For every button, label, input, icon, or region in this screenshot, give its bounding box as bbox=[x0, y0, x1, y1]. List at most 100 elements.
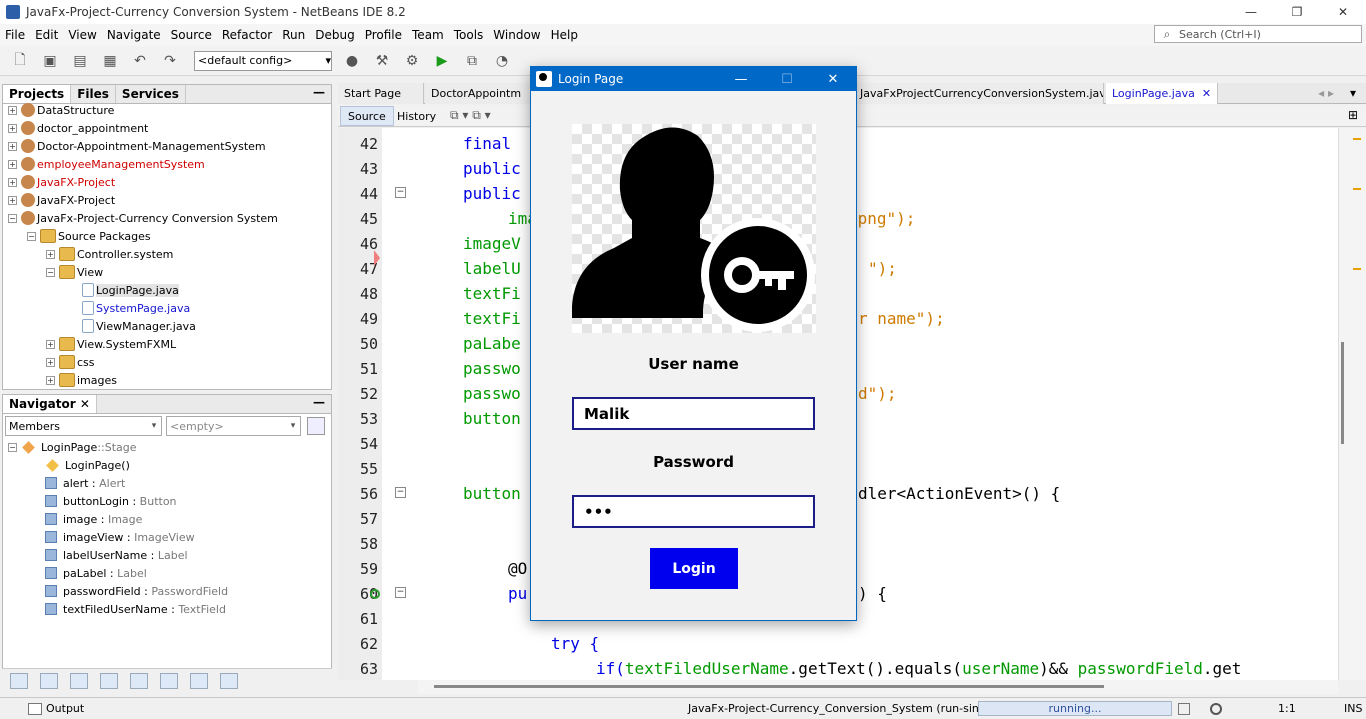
profile-icon[interactable]: ◔ bbox=[490, 50, 514, 72]
menu-tools[interactable]: Tools bbox=[449, 28, 489, 42]
dialog-minimize-button[interactable]: — bbox=[718, 67, 764, 91]
menu-refactor[interactable]: Refactor bbox=[217, 28, 277, 42]
filter-icon[interactable] bbox=[130, 672, 148, 689]
open-project-icon[interactable]: ▤ bbox=[68, 50, 92, 72]
tree-item[interactable]: − Source Packages bbox=[27, 227, 151, 245]
tree-item[interactable]: + JavaFX-Project bbox=[8, 191, 115, 209]
tab-doctor-appointment[interactable]: DoctorAppointm bbox=[425, 83, 531, 104]
menu-source[interactable]: Source bbox=[166, 28, 217, 42]
tree-item[interactable]: + DataStructure bbox=[8, 101, 114, 119]
split-icon[interactable]: ⊞ bbox=[1348, 108, 1358, 122]
filter-icon[interactable] bbox=[40, 672, 58, 689]
scope-select[interactable]: <empty> ▾ bbox=[166, 416, 301, 436]
members-filter-select[interactable]: Members ▾ bbox=[5, 416, 162, 436]
tree-item[interactable]: LoginPage.java bbox=[82, 281, 179, 299]
new-file-icon[interactable]: 🗋 bbox=[8, 50, 32, 72]
dialog-close-button[interactable]: ✕ bbox=[810, 67, 856, 91]
undo-icon[interactable]: ↶ bbox=[128, 50, 152, 72]
run-icon[interactable]: ▶ bbox=[430, 50, 454, 72]
override-marker-icon[interactable] bbox=[370, 589, 380, 599]
filter-icon[interactable] bbox=[10, 672, 28, 689]
tree-item[interactable]: + Doctor-Appointment-ManagementSystem bbox=[8, 137, 266, 155]
menu-file[interactable]: File bbox=[0, 28, 30, 42]
menu-profile[interactable]: Profile bbox=[360, 28, 407, 42]
username-field[interactable]: Malik bbox=[572, 397, 815, 430]
clean-build-icon[interactable]: ⚙ bbox=[400, 50, 424, 72]
tab-navigator[interactable]: Navigator ✕ bbox=[3, 395, 97, 413]
menu-view[interactable]: View bbox=[63, 28, 101, 42]
save-all-icon[interactable]: ▦ bbox=[98, 50, 122, 72]
tree-item[interactable]: − View bbox=[46, 263, 103, 281]
tab-start-page[interactable]: Start Page bbox=[338, 83, 424, 104]
new-project-icon[interactable]: ▣ bbox=[38, 50, 62, 72]
tab-source[interactable]: Source bbox=[340, 106, 394, 126]
tab-list-icon[interactable]: ▾ bbox=[1350, 86, 1356, 100]
output-icon[interactable] bbox=[28, 702, 42, 715]
menu-window[interactable]: Window bbox=[488, 28, 545, 42]
tree-item[interactable]: + css bbox=[46, 353, 95, 371]
menu-help[interactable]: Help bbox=[546, 28, 583, 42]
tree-item[interactable]: + employeeManagementSystem bbox=[8, 155, 205, 173]
fold-toggle-icon[interactable]: − bbox=[395, 187, 406, 198]
redo-icon[interactable]: ↷ bbox=[158, 50, 182, 72]
menu-debug[interactable]: Debug bbox=[310, 28, 359, 42]
output-button[interactable]: Output bbox=[46, 702, 84, 715]
password-field[interactable]: ••• bbox=[572, 495, 815, 528]
tab-loginpage[interactable]: LoginPage.java ✕ bbox=[1106, 83, 1218, 104]
editor-tools-icons[interactable]: ⧉ ▾ ⧉ ▾ bbox=[450, 108, 491, 123]
navigator-member[interactable]: LoginPage() bbox=[45, 456, 130, 474]
menu-run[interactable]: Run bbox=[277, 28, 310, 42]
navigator-member[interactable]: image : Image bbox=[45, 510, 142, 528]
search-input[interactable]: ⌕ Search (Ctrl+I) bbox=[1154, 25, 1362, 43]
navigator-member[interactable]: alert : Alert bbox=[45, 474, 125, 492]
tab-main-class[interactable]: JavaFxProjectCurrencyConversionSystem.ja… bbox=[854, 83, 1104, 104]
navigator-member[interactable]: textFiledUserName : TextField bbox=[45, 600, 226, 618]
sort-icon[interactable] bbox=[160, 672, 178, 689]
menu-navigate[interactable]: Navigate bbox=[102, 28, 166, 42]
tree-item[interactable]: + doctor_appointment bbox=[8, 119, 148, 137]
tree-item[interactable]: ViewManager.java bbox=[82, 317, 196, 335]
caret-position: 1:1 bbox=[1278, 702, 1296, 715]
navigator-member[interactable]: imageView : ImageView bbox=[45, 528, 195, 546]
cancel-task-icon[interactable] bbox=[1178, 702, 1190, 715]
filter-icon[interactable] bbox=[100, 672, 118, 689]
tab-services[interactable]: Services bbox=[116, 85, 186, 103]
tree-item[interactable]: + images bbox=[46, 371, 117, 389]
tree-item[interactable]: SystemPage.java bbox=[82, 299, 190, 317]
fold-toggle-icon[interactable]: − bbox=[395, 487, 406, 498]
globe-icon[interactable]: ● bbox=[340, 50, 364, 72]
menu-team[interactable]: Team bbox=[407, 28, 449, 42]
build-icon[interactable]: ⚒ bbox=[370, 50, 394, 72]
sort-icon[interactable] bbox=[190, 672, 208, 689]
tree-item[interactable]: + JavaFX-Project bbox=[8, 173, 115, 191]
navigator-options-icon[interactable] bbox=[307, 417, 325, 435]
horizontal-scrollbar[interactable] bbox=[418, 680, 1338, 694]
tree-item[interactable]: − JavaFx-Project-Currency Conversion Syst… bbox=[8, 209, 278, 227]
tab-scroll-icon[interactable]: ◂ ▸ bbox=[1318, 86, 1334, 100]
minimize-button[interactable]: — bbox=[1228, 0, 1274, 24]
debug-icon[interactable]: ⧉ bbox=[460, 50, 484, 72]
filter-icon[interactable] bbox=[70, 672, 88, 689]
tab-history[interactable]: History bbox=[390, 106, 443, 126]
navigator-member[interactable]: buttonLogin : Button bbox=[45, 492, 177, 510]
close-button[interactable]: ✕ bbox=[1320, 0, 1366, 24]
navigator-member[interactable]: passwordField : PasswordField bbox=[45, 582, 228, 600]
tree-item[interactable]: + View.SystemFXML bbox=[46, 335, 176, 353]
fold-toggle-icon[interactable]: − bbox=[395, 587, 406, 598]
navigator-member[interactable]: paLabel : Label bbox=[45, 564, 147, 582]
navigator-member[interactable]: labelUserName : Label bbox=[45, 546, 188, 564]
config-select[interactable]: <default config> ▾ bbox=[194, 50, 332, 71]
menu-edit[interactable]: Edit bbox=[30, 28, 63, 42]
vertical-scrollbar[interactable] bbox=[1338, 128, 1366, 680]
sort-icon[interactable] bbox=[220, 672, 238, 689]
navigator-root[interactable]: − LoginPage :: Stage bbox=[8, 438, 137, 456]
notification-icon[interactable] bbox=[1210, 702, 1222, 715]
minimize-panel-button[interactable]: — bbox=[313, 85, 325, 99]
maximize-button[interactable]: ❐ bbox=[1274, 0, 1320, 24]
scroll-thumb[interactable] bbox=[434, 685, 1104, 688]
minimize-panel-button[interactable]: — bbox=[313, 395, 325, 409]
dialog-maximize-button[interactable]: ☐ bbox=[764, 67, 810, 91]
login-button[interactable]: Login bbox=[650, 548, 738, 589]
scroll-thumb[interactable] bbox=[1341, 342, 1344, 444]
tree-item[interactable]: + Controller.system bbox=[46, 245, 173, 263]
